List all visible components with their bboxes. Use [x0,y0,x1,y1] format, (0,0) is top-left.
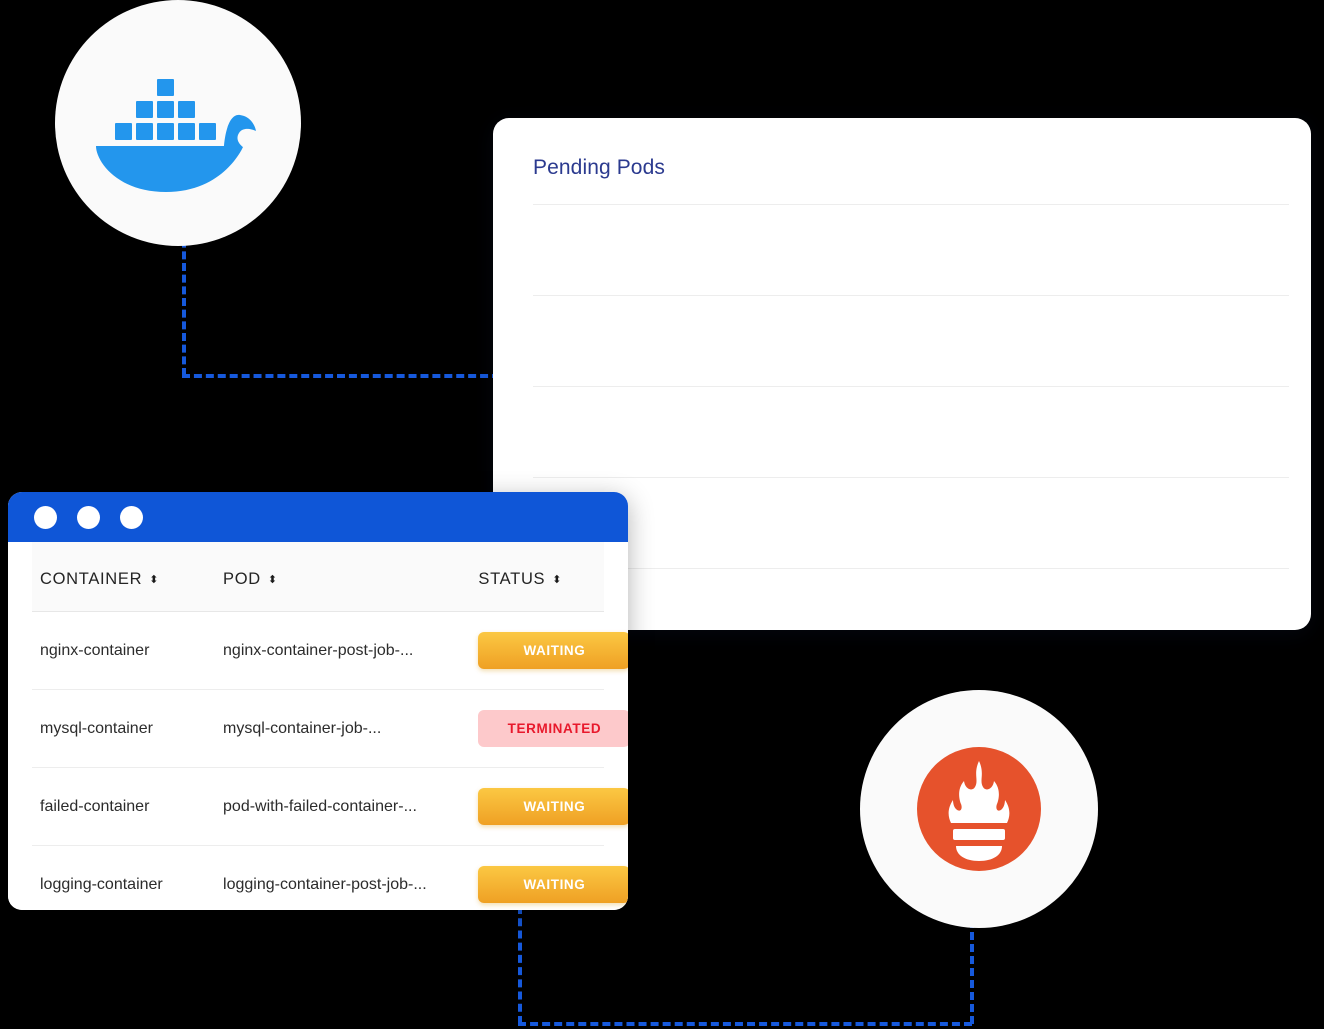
prometheus-logo-badge [860,690,1098,928]
window-maximize-dot[interactable] [120,505,143,529]
chart-bars [629,204,1275,568]
cell-status: WAITING [472,611,628,690]
window-titlebar [8,492,628,542]
cell-pod: nginx-container-post-job-... [215,611,473,690]
chart-plot-area [533,204,1289,569]
gridline [533,568,1289,569]
cell-container: failed-container [32,767,216,846]
cell-container: logging-container [40,875,163,893]
sort-icon-status[interactable]: ⬍ [552,575,562,586]
status-badge: WAITING [478,632,628,669]
status-badge: WAITING [478,788,628,825]
cell-container: mysql-container [32,689,216,768]
table-rows: nginx-container nginx-container-post-job-… [32,611,628,911]
cell-status: WAITING [472,767,628,846]
window-minimize-dot[interactable] [77,505,100,529]
containers-table: CONTAINER ⬍ POD ⬍ STATUS ⬍ nginx-container n… [32,542,628,911]
connector-docker-vertical [182,228,186,376]
status-badge: WAITING [478,866,628,903]
connector-bottom-horizontal [518,1022,972,1026]
column-header-container[interactable]: CONTAINER ⬍ [32,542,216,612]
cell-status: TERMINATED [472,689,628,768]
column-header-status-label: STATUS [478,570,546,588]
status-badge: TERMINATED [478,710,628,747]
docker-icon [96,79,256,192]
table-row[interactable]: logging-container logging-container-post-… [32,846,628,911]
docker-logo-badge [55,0,301,246]
cell-status: WAITING [472,846,628,911]
column-header-pod[interactable]: POD ⬍ [215,542,473,612]
cell-container: nginx-container [32,611,216,690]
connector-table-vertical [518,906,522,1024]
cell-pod: logging-container-post-job-... [223,875,427,893]
cell-pod: pod-with-failed-container-... [215,767,473,846]
window-close-dot[interactable] [34,505,57,529]
cell-pod: mysql-container-job-... [215,689,473,768]
sort-icon-pod[interactable]: ⬍ [268,575,278,586]
sort-icon-container[interactable]: ⬍ [149,575,159,586]
table-header-row: CONTAINER ⬍ POD ⬍ STATUS ⬍ [32,542,604,612]
containers-table-body: CONTAINER ⬍ POD ⬍ STATUS ⬍ nginx-container n… [8,542,628,910]
table-row[interactable]: mysql-container mysql-container-job-... TE… [32,689,628,768]
column-header-pod-label: POD [223,570,261,588]
table-row[interactable]: nginx-container nginx-container-post-job-… [32,611,628,690]
prometheus-icon [917,747,1041,871]
connector-docker-horizontal [182,374,500,378]
column-header-status[interactable]: STATUS ⬍ [472,542,604,612]
table-row[interactable]: failed-container pod-with-failed-containe… [32,767,628,846]
column-header-container-label: CONTAINER [40,570,143,588]
chart-title: Pending Pods [533,156,665,179]
containers-table-window: CONTAINER ⬍ POD ⬍ STATUS ⬍ nginx-container n… [8,492,628,910]
